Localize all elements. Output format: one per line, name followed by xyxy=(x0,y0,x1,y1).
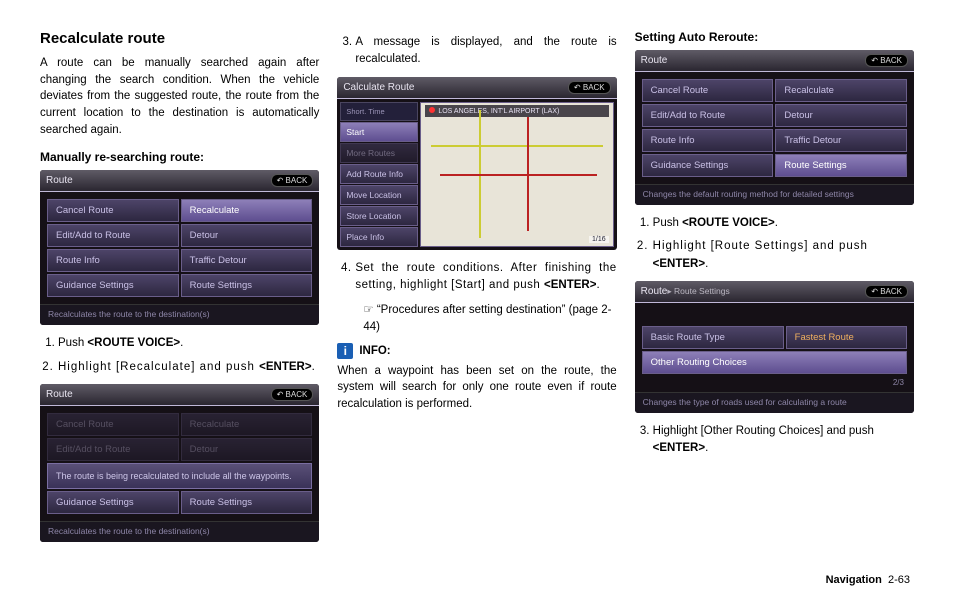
menu-item[interactable]: Detour xyxy=(181,438,313,461)
column-3: Setting Auto Reroute: Route ↶ BACK Cance… xyxy=(635,30,914,570)
menu-item[interactable]: Recalculate xyxy=(775,79,907,102)
menu-item[interactable]: Route Settings xyxy=(181,491,313,514)
menu-item-highlighted[interactable]: Other Routing Choices xyxy=(642,351,907,374)
menu-value: Fastest Route xyxy=(786,326,907,349)
step-2: Highlight [Route Settings] and push <ENT… xyxy=(653,238,914,273)
back-button[interactable]: ↶ BACK xyxy=(568,81,611,94)
step-1: Push <ROUTE VOICE>. xyxy=(58,335,319,352)
menu-item[interactable]: Guidance Settings xyxy=(47,274,179,297)
menu-item[interactable]: Route Settings xyxy=(181,274,313,297)
menu-item[interactable]: Place Info xyxy=(340,227,418,247)
screen-title: Calculate Route xyxy=(343,82,414,93)
map-scale: 1/16 xyxy=(589,236,609,243)
recalculating-message: The route is being recalculated to inclu… xyxy=(47,463,312,490)
menu-item[interactable]: More Routes xyxy=(340,143,418,163)
menu-item[interactable]: Basic Route Type xyxy=(642,326,784,349)
page-indicator: 2/3 xyxy=(641,375,908,390)
column-2: A message is displayed, and the route is… xyxy=(337,30,616,570)
menu-item[interactable]: Detour xyxy=(775,104,907,127)
column-1: Recalculate route A route can be manuall… xyxy=(40,30,319,570)
menu-item[interactable]: Store Location xyxy=(340,206,418,226)
menu-item[interactable]: Route Info xyxy=(642,129,774,152)
status-bar: Recalculates the route to the destinatio… xyxy=(40,304,319,325)
menu-item[interactable]: Guidance Settings xyxy=(642,154,774,177)
reference-icon: ☞ xyxy=(363,304,373,316)
menu-item[interactable]: Edit/Add to Route xyxy=(642,104,774,127)
cross-reference: ☞ “Procedures after setting destination”… xyxy=(337,302,616,337)
info-icon: i xyxy=(337,343,353,359)
menu-item[interactable]: Edit/Add to Route xyxy=(47,224,179,247)
step-2: Highlight [Recalculate] and push <ENTER>… xyxy=(58,359,319,376)
menu-item[interactable]: Recalculate xyxy=(181,413,313,436)
info-paragraph: When a waypoint has been set on the rout… xyxy=(337,363,616,413)
back-button[interactable]: ↶ BACK xyxy=(271,174,314,187)
screen-title: Route xyxy=(641,55,668,66)
subheading-manual-research: Manually re-searching route: xyxy=(40,150,319,164)
screen-title: Route▸ Route Settings xyxy=(641,286,730,297)
menu-item[interactable]: Cancel Route xyxy=(47,199,179,222)
subheading-auto-reroute: Setting Auto Reroute: xyxy=(635,30,914,44)
heading-recalculate-route: Recalculate route xyxy=(40,30,319,47)
menu-item[interactable]: Edit/Add to Route xyxy=(47,438,179,461)
menu-item[interactable]: Move Location xyxy=(340,185,418,205)
menu-item[interactable]: Cancel Route xyxy=(47,413,179,436)
menu-item[interactable]: Detour xyxy=(181,224,313,247)
screenshot-route-settings-submenu: Route▸ Route Settings ↶ BACK Basic Route… xyxy=(635,281,914,413)
menu-item-highlighted[interactable]: Route Settings xyxy=(775,154,907,177)
info-label: INFO: xyxy=(359,345,390,357)
screen-title: Route xyxy=(46,389,73,400)
menu-item[interactable]: Guidance Settings xyxy=(47,491,179,514)
step-1: Push <ROUTE VOICE>. xyxy=(653,215,914,232)
screenshot-route-menu-settings: Route ↶ BACK Cancel RouteRecalculateEdit… xyxy=(635,50,914,205)
step-3: A message is displayed, and the route is… xyxy=(355,34,616,69)
back-button[interactable]: ↶ BACK xyxy=(271,388,314,401)
menu-header: Short. Time xyxy=(340,102,418,121)
step-3: Highlight [Other Routing Choices] and pu… xyxy=(653,423,914,458)
menu-item-highlighted[interactable]: Recalculate xyxy=(181,199,313,222)
back-button[interactable]: ↶ BACK xyxy=(865,54,908,67)
menu-item[interactable]: Traffic Detour xyxy=(775,129,907,152)
screenshot-route-recalculating: Route ↶ BACK Cancel RouteRecalculateEdit… xyxy=(40,384,319,543)
menu-item-highlighted[interactable]: Start xyxy=(340,122,418,142)
step-4: Set the route conditions. After finishin… xyxy=(355,260,616,295)
status-bar: Recalculates the route to the destinatio… xyxy=(40,521,319,542)
menu-item[interactable]: Add Route Info xyxy=(340,164,418,184)
menu-item[interactable]: Cancel Route xyxy=(642,79,774,102)
map-preview: LOS ANGELES, INT'L AIRPORT (LAX) 1/16 xyxy=(420,102,613,247)
page-footer: Navigation 2-63 xyxy=(826,574,910,586)
screenshot-calculate-route: Calculate Route ↶ BACK Short. TimeStartM… xyxy=(337,77,616,250)
status-bar: Changes the type of roads used for calcu… xyxy=(635,392,914,413)
menu-item[interactable]: Traffic Detour xyxy=(181,249,313,272)
screenshot-route-menu-recalculate: Route ↶ BACK Cancel RouteRecalculateEdit… xyxy=(40,170,319,325)
map-destination-label: LOS ANGELES, INT'L AIRPORT (LAX) xyxy=(425,105,608,117)
screen-title: Route xyxy=(46,175,73,186)
back-button[interactable]: ↶ BACK xyxy=(865,285,908,298)
menu-item[interactable]: Route Info xyxy=(47,249,179,272)
intro-paragraph: A route can be manually searched again a… xyxy=(40,55,319,138)
status-bar: Changes the default routing method for d… xyxy=(635,184,914,205)
